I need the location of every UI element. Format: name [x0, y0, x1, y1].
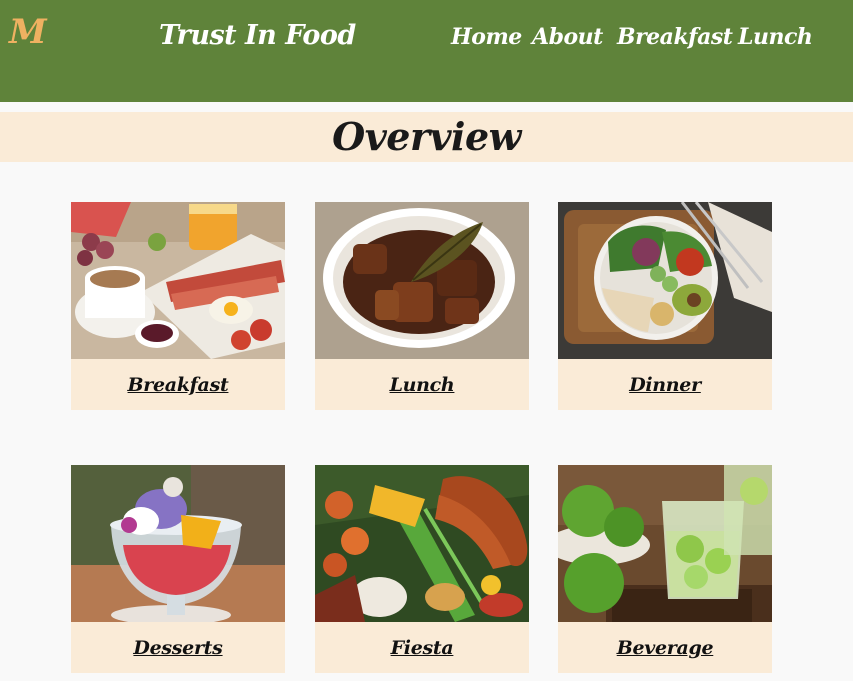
site-header: M Trust In Food Home About Breakfast Lun… [0, 0, 853, 102]
category-label: Fiesta [315, 622, 529, 673]
category-link-desserts[interactable]: Desserts [133, 637, 222, 659]
category-card-lunch[interactable]: Lunch [315, 202, 529, 410]
category-link-dinner[interactable]: Dinner [629, 374, 701, 396]
breakfast-photo[interactable] [71, 202, 285, 359]
category-label: Lunch [315, 359, 529, 410]
desserts-photo[interactable] [71, 465, 285, 622]
category-label: Beverage [558, 622, 772, 673]
fiesta-photo[interactable] [315, 465, 529, 622]
dinner-photo[interactable] [558, 202, 772, 359]
lunch-photo[interactable] [315, 202, 529, 359]
overview-heading: Overview [332, 114, 521, 159]
category-link-fiesta[interactable]: Fiesta [391, 637, 454, 659]
beverage-photo[interactable] [558, 465, 772, 622]
nav-link-lunch[interactable]: Lunch [738, 24, 813, 50]
category-label: Breakfast [71, 359, 285, 410]
category-card-beverage[interactable]: Beverage [558, 465, 772, 673]
category-link-lunch[interactable]: Lunch [390, 374, 455, 396]
nav-link-about[interactable]: About [532, 24, 603, 50]
overview-banner: Overview [0, 112, 853, 162]
category-link-breakfast[interactable]: Breakfast [128, 374, 229, 396]
category-card-dinner[interactable]: Dinner [558, 202, 772, 410]
nav-link-breakfast[interactable]: Breakfast [617, 24, 733, 50]
category-card-breakfast[interactable]: Breakfast [71, 202, 285, 410]
category-card-fiesta[interactable]: Fiesta [315, 465, 529, 673]
category-card-desserts[interactable]: Desserts [71, 465, 285, 673]
category-label: Desserts [71, 622, 285, 673]
category-link-beverage[interactable]: Beverage [617, 637, 714, 659]
nav-link-home[interactable]: Home [451, 24, 522, 50]
category-label: Dinner [558, 359, 772, 410]
main-nav: Home About Breakfast Lunch [0, 24, 853, 54]
